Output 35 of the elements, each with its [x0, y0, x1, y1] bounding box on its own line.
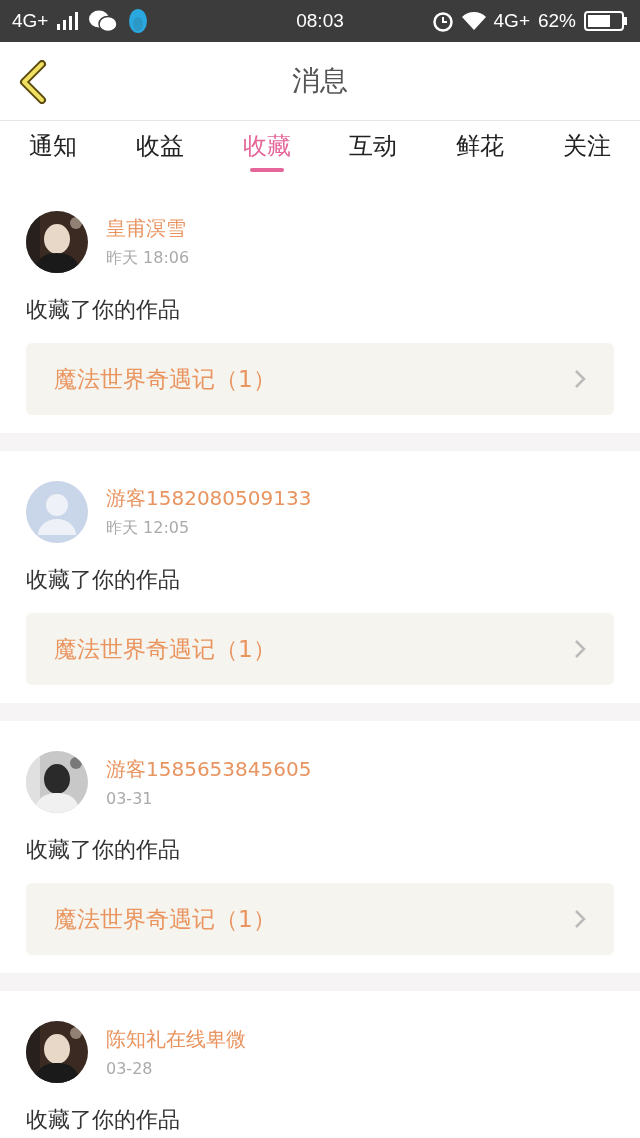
message-text: 收藏了你的作品: [26, 1106, 181, 1134]
user-name[interactable]: 游客1585653845605: [106, 756, 312, 783]
avatar-icon: [26, 481, 88, 543]
tab[interactable]: 通知: [0, 121, 107, 181]
tab[interactable]: 鲜花: [426, 121, 534, 181]
message-text: 收藏了你的作品: [26, 296, 181, 324]
tab[interactable]: 收益: [106, 121, 214, 181]
chat-bubbles-icon: [88, 8, 119, 34]
tab[interactable]: 互动: [320, 121, 427, 181]
chevron-right-icon: [574, 369, 586, 389]
message-text: 收藏了你的作品: [26, 836, 181, 864]
work-link[interactable]: 魔法世界奇遇记（1）: [26, 613, 614, 685]
user-name[interactable]: 陈知礼在线卑微: [106, 1026, 246, 1053]
alarm-icon: [431, 10, 454, 32]
user-name[interactable]: 皇甫溟雪: [106, 215, 190, 242]
message-time: 03-31: [106, 789, 154, 808]
network-label: 4G+: [493, 10, 530, 32]
page-title: 消息: [292, 63, 348, 99]
work-link[interactable]: 魔法世界奇遇记（1）: [26, 343, 614, 415]
wifi-icon: [461, 12, 486, 30]
user-name[interactable]: 游客1582080509133: [106, 485, 312, 512]
message-time: 昨天 18:06: [106, 248, 190, 269]
signal-icon: [56, 12, 81, 30]
work-link[interactable]: 魔法世界奇遇记（1）: [26, 883, 614, 955]
chevron-right-icon: [574, 909, 586, 929]
clock: 08:03: [296, 10, 344, 32]
chevron-right-icon: [574, 639, 586, 659]
tab[interactable]: 收藏: [213, 121, 320, 181]
network-label: 4G+: [12, 10, 49, 32]
battery-icon: [584, 11, 628, 31]
message-time: 03-28: [106, 1059, 154, 1078]
message-time: 昨天 12:05: [106, 518, 191, 539]
battery-percent: 62%: [538, 10, 576, 32]
tab[interactable]: 关注: [533, 121, 640, 181]
message-text: 收藏了你的作品: [26, 566, 181, 594]
